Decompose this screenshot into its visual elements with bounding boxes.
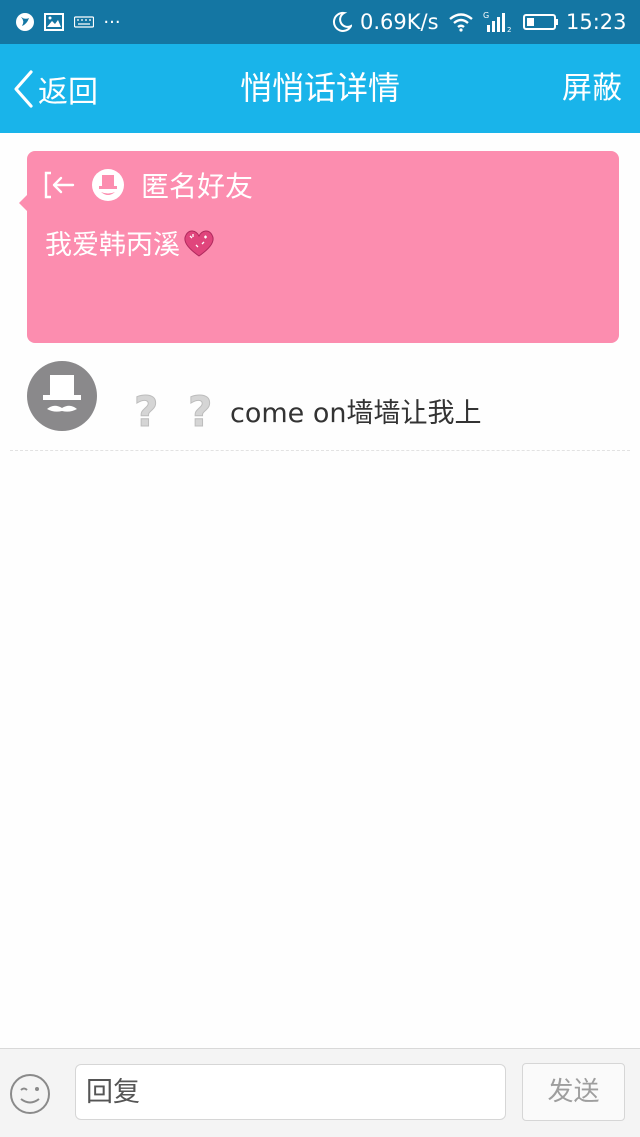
screen: ··· 0.69K/s G2 15:23 悄悄话详情 返回 屏蔽 匿名好友 我爱… [0, 0, 640, 1137]
net-speed: 0.69K/s [360, 10, 439, 34]
smiley-face-icon [10, 1074, 50, 1114]
signal-icon: G2 [482, 0, 514, 44]
question-mark-emoji-icon: ? [182, 386, 222, 435]
sender-name: 匿名好友 [141, 170, 254, 203]
svg-text:?: ? [134, 387, 158, 434]
back-button[interactable]: 返回 [12, 44, 122, 133]
gentleman-avatar-icon [43, 375, 81, 413]
moon-icon [330, 0, 354, 44]
status-bar: ··· 0.69K/s G2 15:23 [0, 0, 640, 44]
reply-input[interactable] [75, 1064, 506, 1120]
whisper-card: 匿名好友 我爱韩丙溪 [19, 151, 619, 343]
back-label: 返回 [38, 74, 98, 110]
send-button[interactable]: 发送 [522, 1063, 625, 1121]
exit-arrow-icon [43, 170, 77, 200]
heart-emoji-icon [182, 228, 216, 258]
more-dots-icon: ··· [103, 11, 121, 33]
clock: 15:23 [566, 10, 627, 34]
svg-text:2: 2 [507, 26, 511, 34]
title-bar: 悄悄话详情 返回 屏蔽 [0, 44, 640, 133]
keyboard-icon [73, 0, 95, 44]
reply-row: ? ? come on墙墙让我上 [10, 350, 630, 451]
whisper-message: 我爱韩丙溪 [45, 223, 216, 262]
block-button[interactable]: 屏蔽 [562, 44, 622, 133]
gallery-icon [43, 0, 65, 44]
anonymous-avatar-icon [91, 168, 125, 202]
reply-text: come on墙墙让我上 [230, 397, 482, 429]
card-header: 匿名好友 [43, 165, 253, 205]
question-mark-emoji-icon: ? [128, 386, 168, 435]
whisper-message-text: 我爱韩丙溪 [45, 230, 180, 261]
reply-content: ? ? come on墙墙让我上 [128, 378, 482, 442]
card-notch [19, 195, 27, 211]
chevron-left-icon [12, 69, 34, 109]
wifi-icon [447, 0, 475, 44]
battery-icon [522, 0, 560, 44]
emoji-button[interactable] [9, 1073, 51, 1115]
input-bar: 发送 [0, 1048, 640, 1137]
svg-text:G: G [483, 11, 489, 20]
notification-icon [14, 0, 36, 44]
avatar[interactable] [27, 361, 97, 431]
svg-text:?: ? [188, 387, 212, 434]
